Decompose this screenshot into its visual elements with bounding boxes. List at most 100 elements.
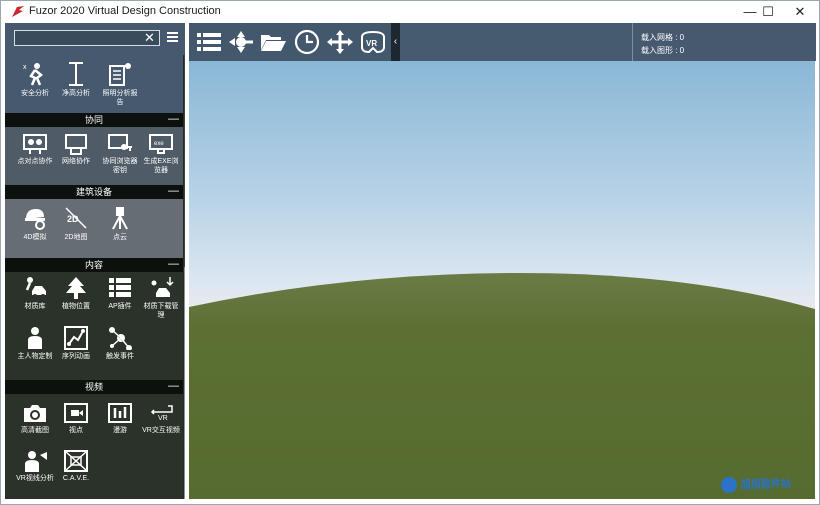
tool-trigger-event[interactable]: 触发事件 (100, 326, 140, 361)
clear-search-icon[interactable]: ✕ (144, 30, 155, 46)
tool-clearance-analysis[interactable]: 净高分析 (56, 61, 96, 98)
tool-label: 点云 (113, 234, 127, 241)
tool-point-cloud[interactable]: 点云 (100, 205, 140, 242)
maximize-button[interactable]: ☐ (751, 1, 785, 23)
move-icon[interactable] (326, 29, 354, 55)
watermark-logo-icon (721, 477, 737, 493)
svg-text:VR: VR (366, 39, 377, 48)
scrollbar-thumb[interactable] (184, 267, 185, 499)
p2p-collab-icon (23, 134, 47, 154)
exe-viewer-icon: exe (149, 134, 173, 154)
collapse-icon[interactable]: — (168, 258, 179, 271)
window-title: Fuzor 2020 Virtual Design Construction (29, 5, 221, 17)
main-toolbar: VR (189, 23, 399, 61)
clearance-analysis-icon (69, 62, 83, 86)
navigate-icon[interactable] (227, 29, 255, 55)
section-video: 视频 — 高清截图 视点 漫游 VR VR交互视频 VR视线分析 C.A.V.E… (5, 380, 183, 499)
tool-camera[interactable]: 高清截图 (15, 402, 55, 435)
tool-label: 安全分析 (21, 90, 49, 97)
app-window: Fuzor 2020 Virtual Design Construction —… (0, 0, 820, 505)
tool-avatar-custom[interactable]: 主人物定制 (15, 326, 55, 361)
tool-safety-analysis[interactable]: x 安全分析 (15, 61, 55, 98)
tool-label: 主人物定制 (17, 353, 53, 360)
camera-icon (24, 405, 46, 422)
tool-sequence-anim[interactable]: 序列动画 (56, 326, 96, 361)
loaded-mesh-count: 载入网格 : 0 (641, 33, 685, 42)
tool-walkthrough[interactable]: 漫游 (100, 402, 140, 435)
tool-label: 高清截图 (21, 427, 49, 434)
avatar-custom-icon (28, 327, 42, 349)
tool-panel: ✕ x 安全分析 净高分析 照明分析报告 协同 — 点对点协作 网络协作 协同浏… (5, 23, 185, 499)
tool-label: 材质库 (24, 303, 46, 310)
section-title: 内容 (84, 260, 103, 270)
vr-headset-icon[interactable]: VR (359, 29, 387, 55)
tool-viewpoint[interactable]: 视点 (56, 402, 96, 435)
section-header[interactable]: 协同 — (5, 113, 183, 127)
section-header[interactable]: 视频 — (5, 380, 183, 394)
cave-icon (64, 450, 88, 472)
ap-plugin-icon (109, 278, 131, 297)
browser-key-icon (108, 134, 132, 151)
menu-icon[interactable] (167, 31, 178, 43)
section-title: 建筑设备 (75, 187, 112, 197)
tool-browser-key[interactable]: 协同浏览器密钥 (100, 133, 140, 175)
tool-material-download[interactable]: 材质下载管理 (141, 276, 181, 320)
title-bar: Fuzor 2020 Virtual Design Construction —… (1, 1, 819, 23)
section-body: 点对点协作 网络协作 协同浏览器密钥 exe 生成EXE浏览器 (5, 127, 183, 185)
folder-icon[interactable] (259, 29, 287, 55)
2d-map-icon: 2D (65, 207, 87, 229)
tool-label: 生成EXE浏览器 (143, 158, 179, 174)
tool-label: VR视线分析 (16, 475, 54, 482)
tool-label: VR交互视频 (142, 427, 180, 434)
section-body: 材质库 植物位置 AP插件 材质下载管理 主人物定制 序列动画 触发事件 (5, 272, 183, 380)
collapse-icon[interactable]: — (168, 113, 179, 126)
tool-material-library[interactable]: 材质库 (15, 276, 55, 311)
collapse-icon[interactable]: — (168, 185, 179, 198)
section-content: 内容 — 材质库 植物位置 AP插件 材质下载管理 主人物定制 序列动画 触发事… (5, 258, 183, 380)
lighting-report-icon (109, 63, 131, 86)
clock-icon[interactable] (293, 29, 321, 55)
trigger-event-icon (109, 327, 132, 350)
tool-2d-map[interactable]: 2D 2D地图 (56, 205, 96, 242)
4d-sim-icon (25, 209, 45, 230)
collapse-toolbar-button[interactable]: ‹ (391, 23, 400, 61)
list-icon[interactable] (195, 29, 223, 55)
tool-label: 协同浏览器密钥 (102, 158, 138, 174)
svg-text:VR: VR (158, 415, 168, 422)
tool-network-collab[interactable]: 网络协作 (56, 133, 96, 166)
search-input[interactable] (14, 30, 160, 46)
viewpoint-icon (64, 403, 88, 423)
top-band (400, 23, 632, 61)
tool-4d-sim[interactable]: 4D模拟 (15, 205, 55, 242)
section-title: 视频 (84, 382, 103, 392)
tool-label: 照明分析报告 (102, 90, 138, 106)
tool-lighting-report[interactable]: 照明分析报告 (100, 61, 140, 107)
section-analysis: x 安全分析 净高分析 照明分析报告 (5, 55, 183, 113)
tool-vr-sight[interactable]: VR视线分析 (15, 450, 55, 483)
plant-icon (66, 277, 86, 299)
svg-text:x: x (23, 64, 27, 71)
tool-label: 漫游 (113, 427, 127, 434)
material-download-icon (151, 277, 174, 297)
section-header[interactable]: 内容 — (5, 258, 183, 272)
tool-label: 植物位置 (62, 303, 90, 310)
tool-label: 触发事件 (106, 353, 134, 360)
tool-vr-video[interactable]: VR VR交互视频 (141, 402, 181, 435)
point-cloud-icon (112, 207, 128, 230)
tool-p2p-collab[interactable]: 点对点协作 (15, 133, 55, 166)
svg-text:2D: 2D (67, 214, 79, 224)
collapse-icon[interactable]: — (168, 380, 179, 393)
sequence-anim-icon (64, 326, 88, 350)
tool-label: 2D地图 (64, 234, 88, 241)
search-bar: ✕ (5, 23, 185, 55)
tool-ap-plugin[interactable]: AP插件 (100, 276, 140, 311)
loaded-shapes-count: 载入图形 : 0 (641, 46, 685, 55)
close-button[interactable]: ✕ (783, 1, 817, 23)
section-body: 高清截图 视点 漫游 VR VR交互视频 VR视线分析 C.A.V.E. (5, 394, 183, 499)
stats-panel: 载入网格 : 0 载入图形 : 0 (632, 23, 816, 61)
tool-exe-viewer[interactable]: exe 生成EXE浏览器 (141, 133, 181, 175)
section-header[interactable]: 建筑设备 — (5, 185, 183, 199)
tool-plant[interactable]: 植物位置 (56, 276, 96, 311)
section-collab: 协同 — 点对点协作 网络协作 协同浏览器密钥 exe 生成EXE浏览器 (5, 113, 183, 185)
tool-cave[interactable]: C.A.V.E. (56, 450, 96, 483)
